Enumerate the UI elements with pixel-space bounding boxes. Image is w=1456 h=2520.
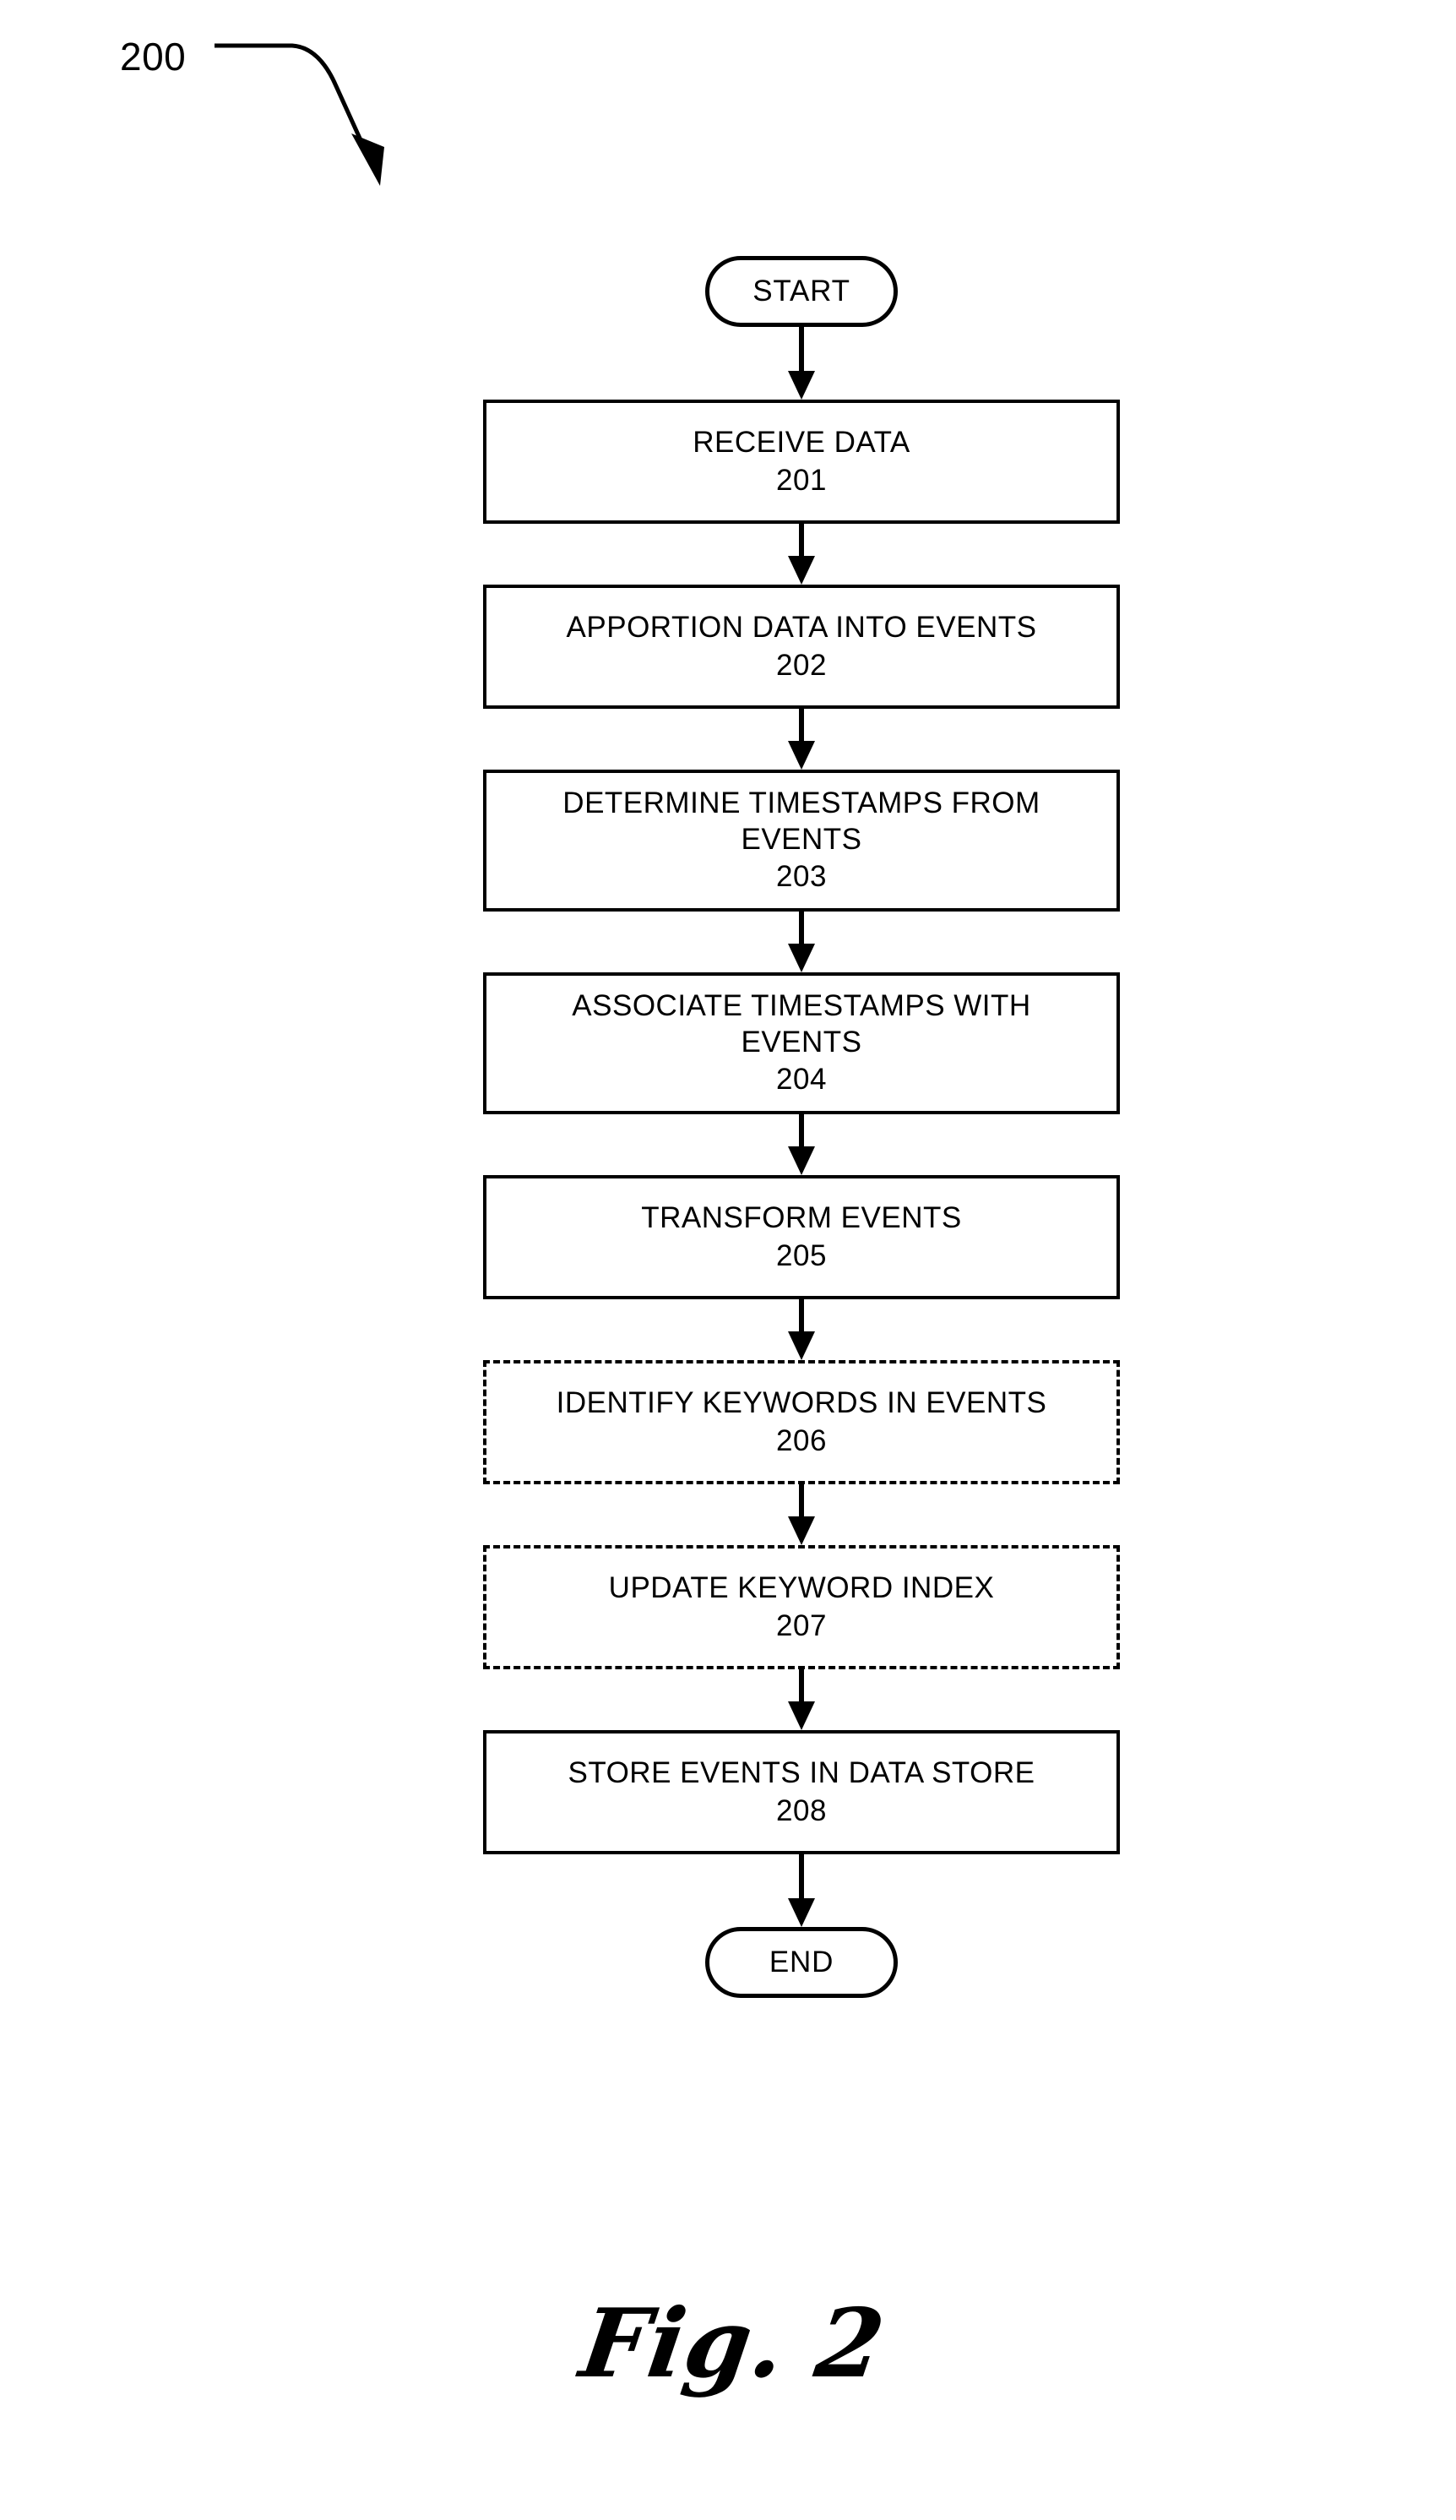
- flow-arrow-202-to-203: [783, 709, 820, 770]
- flow-node-step-207[interactable]: UPDATE KEYWORD INDEX 207: [483, 1545, 1120, 1669]
- flow-node-step-208[interactable]: STORE EVENTS IN DATA STORE 208: [483, 1730, 1120, 1854]
- flow-node-end[interactable]: END: [705, 1927, 898, 1998]
- flow-node-step-207-label: UPDATE KEYWORD INDEX: [608, 1570, 995, 1604]
- flow-node-start[interactable]: START: [705, 256, 898, 327]
- flow-arrow-207-to-208: [783, 1669, 820, 1730]
- flow-arrow-204-to-205: [783, 1114, 820, 1175]
- flow-node-start-label: START: [752, 274, 850, 308]
- figure-caption-glyphs: Fig. 2: [572, 2288, 891, 2399]
- flow-node-step-206-number: 206: [776, 1423, 827, 1457]
- flow-arrow-205-to-206: [783, 1299, 820, 1360]
- flow-node-step-203-number: 203: [776, 860, 827, 894]
- figure-reference-leader-line: [211, 25, 405, 186]
- figure-caption: Fig. 2: [0, 2243, 1456, 2425]
- figure-caption-text: Fig. 2: [572, 2288, 891, 2399]
- flow-node-step-206-label: IDENTIFY KEYWORDS IN EVENTS: [556, 1385, 1047, 1419]
- flow-node-step-205-label: TRANSFORM EVENTS: [641, 1200, 962, 1234]
- flow-node-step-203[interactable]: DETERMINE TIMESTAMPS FROM EVENTS 203: [483, 770, 1120, 912]
- flow-node-step-204-label: ASSOCIATE TIMESTAMPS WITH EVENTS: [572, 988, 1031, 1059]
- flow-node-step-204[interactable]: ASSOCIATE TIMESTAMPS WITH EVENTS 204: [483, 972, 1120, 1114]
- flow-node-step-206[interactable]: IDENTIFY KEYWORDS IN EVENTS 206: [483, 1360, 1120, 1484]
- flow-node-step-208-label: STORE EVENTS IN DATA STORE: [568, 1755, 1035, 1789]
- flow-node-end-label: END: [769, 1945, 834, 1978]
- flow-arrow-208-to-end: [783, 1854, 820, 1927]
- flow-arrow-203-to-204: [783, 912, 820, 972]
- flow-node-step-203-label: DETERMINE TIMESTAMPS FROM EVENTS: [562, 786, 1040, 856]
- flow-node-step-202[interactable]: APPORTION DATA INTO EVENTS 202: [483, 585, 1120, 709]
- flow-node-step-202-label: APPORTION DATA INTO EVENTS: [566, 610, 1037, 644]
- flow-node-step-204-number: 204: [776, 1063, 827, 1097]
- flow-node-step-202-number: 202: [776, 648, 827, 682]
- flow-node-step-208-number: 208: [776, 1793, 827, 1827]
- flow-arrow-start-to-201: [783, 327, 820, 400]
- flow-arrow-201-to-202: [783, 524, 820, 585]
- flow-node-step-205-number: 205: [776, 1238, 827, 1272]
- flow-node-step-201[interactable]: RECEIVE DATA 201: [483, 400, 1120, 524]
- patent-figure-sheet: 200 START RECEIVE DATA 201 APPORTION DAT…: [0, 0, 1456, 2520]
- flow-node-step-201-label: RECEIVE DATA: [693, 425, 910, 459]
- flow-node-step-205[interactable]: TRANSFORM EVENTS 205: [483, 1175, 1120, 1299]
- flow-arrow-206-to-207: [783, 1484, 820, 1545]
- figure-reference-numeral: 200: [120, 35, 187, 79]
- flow-node-step-201-number: 201: [776, 463, 827, 497]
- flow-node-step-207-number: 207: [776, 1608, 827, 1642]
